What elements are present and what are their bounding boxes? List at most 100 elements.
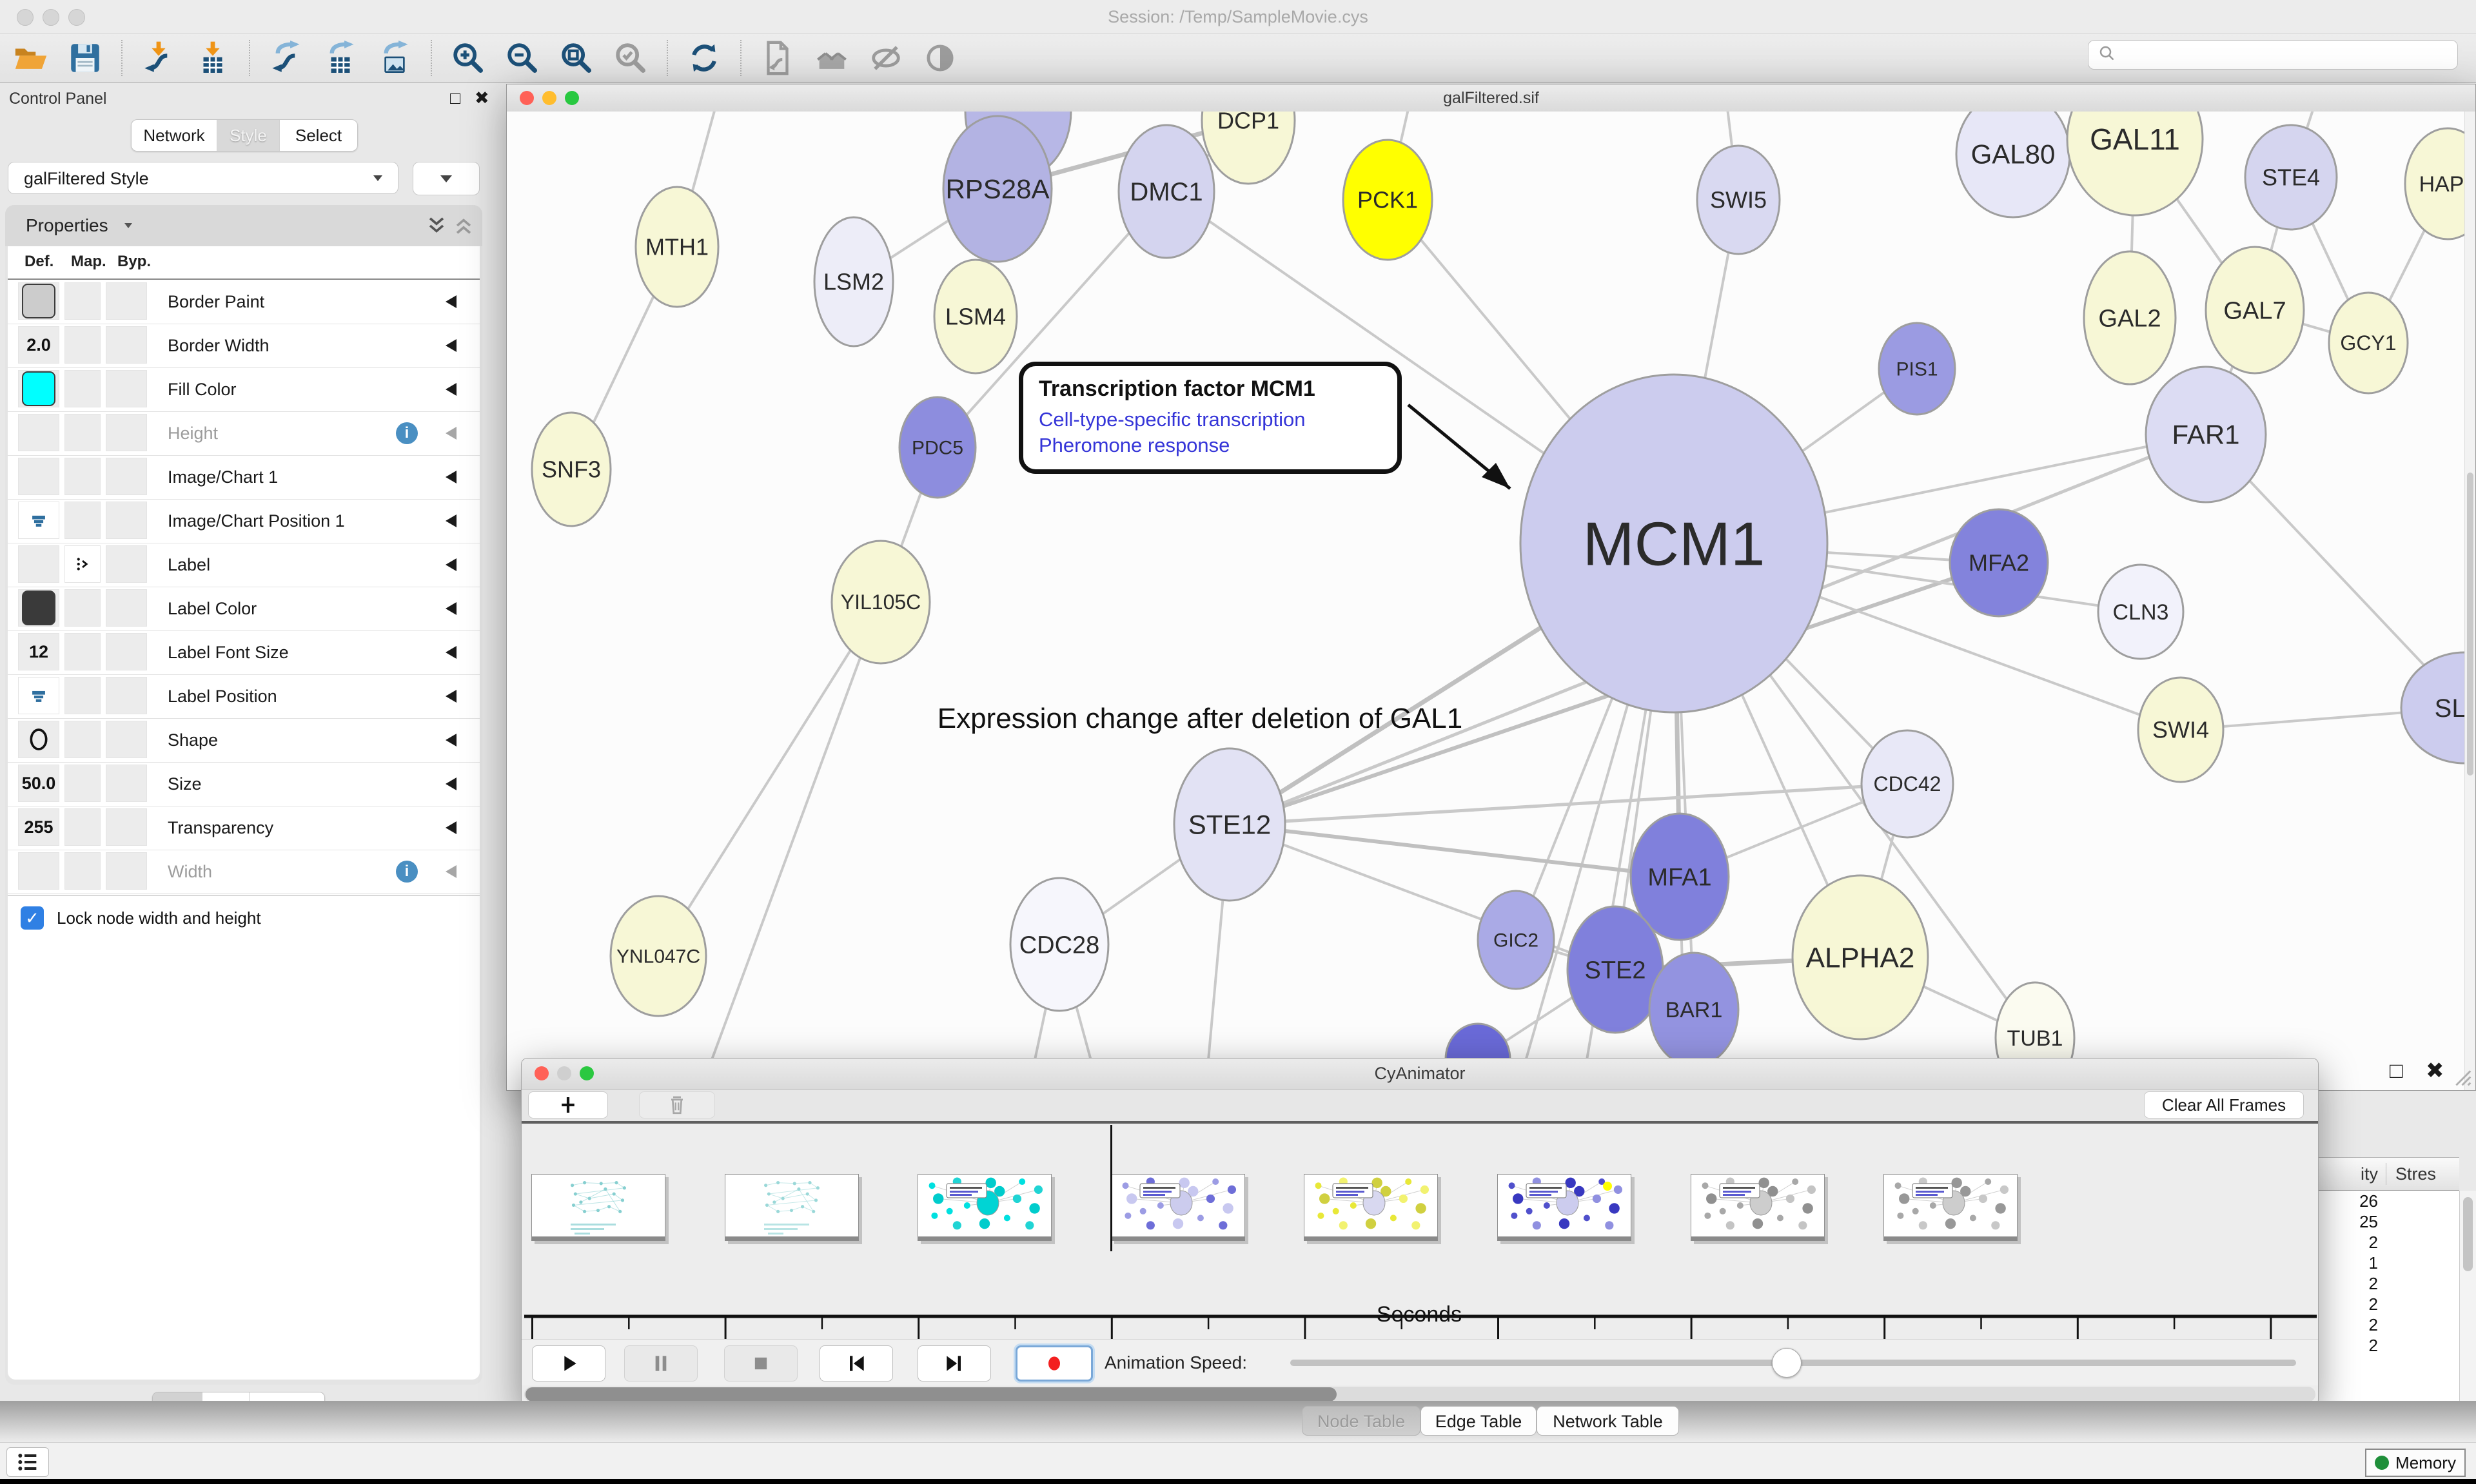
network-node-GAL80[interactable]: GAL80	[1956, 112, 2070, 217]
network-node-STE12[interactable]: STE12	[1174, 748, 1285, 901]
mapping-cell[interactable]	[64, 326, 101, 364]
network-node-GAL11[interactable]: GAL11	[2067, 112, 2203, 215]
property-row-image-chart-position-1[interactable]: Image/Chart Position 1	[8, 499, 480, 543]
network-node-LSM4[interactable]: LSM4	[934, 260, 1017, 373]
property-row-size[interactable]: 50.0Size	[8, 762, 480, 806]
window-controls[interactable]	[17, 9, 94, 29]
resize-grip-icon[interactable]	[2444, 1059, 2473, 1088]
property-row-label-position[interactable]: Label Position	[8, 674, 480, 719]
bypass-cell[interactable]	[106, 589, 147, 627]
timeline-frame-5[interactable]	[1304, 1174, 1438, 1241]
info-icon[interactable]: i	[396, 861, 418, 883]
expand-property-icon[interactable]	[446, 427, 457, 440]
close-window-icon[interactable]	[535, 1066, 549, 1080]
color-swatch[interactable]	[22, 591, 55, 625]
timeline-frame-3[interactable]	[918, 1174, 1052, 1241]
scrollbar-thumb[interactable]	[2463, 1197, 2473, 1271]
properties-header[interactable]: Properties	[5, 205, 482, 246]
mapping-cell[interactable]	[64, 808, 101, 846]
default-value-cell[interactable]	[18, 458, 59, 495]
tab-node-table[interactable]: Node Table	[1302, 1406, 1420, 1436]
network-node-CLN3[interactable]: CLN3	[2098, 565, 2183, 659]
mapping-cell[interactable]	[64, 458, 101, 495]
default-value-cell[interactable]: 2.0	[18, 326, 59, 364]
property-row-width[interactable]: Widthi	[8, 850, 480, 894]
property-row-shape[interactable]: Shape	[8, 718, 480, 763]
table-cell-value[interactable]: 2	[2319, 1335, 2378, 1356]
timeline-frame-2[interactable]	[725, 1174, 859, 1241]
slider-thumb[interactable]	[1772, 1348, 1802, 1378]
expand-property-icon[interactable]	[446, 734, 457, 747]
style-selector[interactable]: galFiltered Style	[8, 162, 398, 194]
timeline-frame-7[interactable]	[1691, 1174, 1825, 1241]
network-node-GAL2[interactable]: GAL2	[2084, 251, 2176, 384]
scrollbar-thumb[interactable]	[526, 1387, 1337, 1401]
property-row-image-chart-1[interactable]: Image/Chart 1	[8, 455, 480, 500]
mapping-cell[interactable]	[64, 765, 101, 802]
property-row-height[interactable]: Heighti	[8, 411, 480, 456]
skip-end-button[interactable]	[918, 1345, 991, 1381]
property-row-label-font-size[interactable]: 12Label Font Size	[8, 630, 480, 675]
network-node-YIL105C[interactable]: YIL105C	[832, 541, 930, 663]
close-window-icon[interactable]	[520, 91, 534, 105]
bundle-icon[interactable]	[812, 38, 852, 78]
bypass-cell[interactable]	[106, 852, 147, 890]
float-panel-icon[interactable]: □	[2390, 1061, 2403, 1080]
expand-all-icon[interactable]	[426, 215, 447, 240]
network-vertical-scrollbar[interactable]	[2464, 112, 2475, 1090]
save-session-icon[interactable]	[65, 38, 105, 78]
refresh-icon[interactable]	[684, 38, 724, 78]
tab-select[interactable]: Select	[280, 120, 357, 151]
default-value-cell[interactable]	[18, 545, 59, 583]
bypass-cell[interactable]	[106, 765, 147, 802]
table-column-centrality[interactable]: ity	[2319, 1158, 2378, 1190]
timeline-frame-1[interactable]	[531, 1174, 665, 1241]
network-node-PDC5[interactable]: PDC5	[899, 397, 976, 498]
expand-property-icon[interactable]	[446, 690, 457, 703]
maximize-window-icon[interactable]	[580, 1066, 594, 1080]
annotation-file-icon[interactable]	[758, 38, 798, 78]
network-node-MTH1[interactable]: MTH1	[636, 187, 718, 307]
bypass-cell[interactable]	[106, 545, 147, 583]
zoom-fit-icon[interactable]	[556, 38, 596, 78]
bypass-cell[interactable]	[106, 721, 147, 758]
tab-network-table[interactable]: Network Table	[1537, 1406, 1679, 1436]
network-node-BAR1[interactable]: BAR1	[1649, 953, 1738, 1066]
mapping-cell[interactable]	[64, 502, 101, 539]
table-cell-value[interactable]: 26	[2319, 1191, 2378, 1211]
expand-property-icon[interactable]	[446, 646, 457, 659]
cyanimator-titlebar[interactable]: CyAnimator	[522, 1059, 2318, 1089]
mapping-cell[interactable]	[64, 282, 101, 320]
default-value-cell[interactable]	[18, 370, 59, 407]
timeline-frame-4[interactable]	[1111, 1174, 1245, 1241]
expand-property-icon[interactable]	[446, 558, 457, 571]
import-table-icon[interactable]	[193, 38, 233, 78]
network-node-FAR1[interactable]: FAR1	[2146, 367, 2266, 502]
style-options-button[interactable]	[413, 162, 480, 195]
network-node-STE4[interactable]: STE4	[2245, 125, 2337, 229]
expand-property-icon[interactable]	[446, 339, 457, 352]
bypass-cell[interactable]	[106, 370, 147, 407]
show-graphics-icon[interactable]	[920, 38, 960, 78]
close-panel-icon[interactable]: ✖	[2426, 1061, 2444, 1080]
expand-property-icon[interactable]	[446, 777, 457, 790]
info-icon[interactable]: i	[396, 422, 418, 444]
property-row-label-color[interactable]: Label Color	[8, 587, 480, 631]
network-node-LSM2[interactable]: LSM2	[814, 217, 893, 346]
export-table-icon[interactable]	[320, 38, 360, 78]
table-vertical-scrollbar[interactable]	[2459, 1191, 2476, 1401]
mapping-cell[interactable]	[64, 589, 101, 627]
minimize-window-icon[interactable]	[542, 91, 556, 105]
skip-start-button[interactable]	[820, 1345, 893, 1381]
bypass-cell[interactable]	[106, 458, 147, 495]
open-folder-icon[interactable]	[11, 38, 51, 78]
search-box[interactable]	[2088, 40, 2458, 70]
network-node-CDC42[interactable]: CDC42	[1862, 730, 1953, 837]
expand-property-icon[interactable]	[446, 295, 457, 308]
play-button[interactable]	[532, 1345, 605, 1381]
default-value-cell[interactable]	[18, 677, 59, 714]
property-row-label[interactable]: Label	[8, 543, 480, 587]
record-button[interactable]	[1016, 1345, 1093, 1381]
network-node-CDC28[interactable]: CDC28	[1010, 878, 1108, 1011]
network-node-PCK1[interactable]: PCK1	[1343, 140, 1432, 260]
